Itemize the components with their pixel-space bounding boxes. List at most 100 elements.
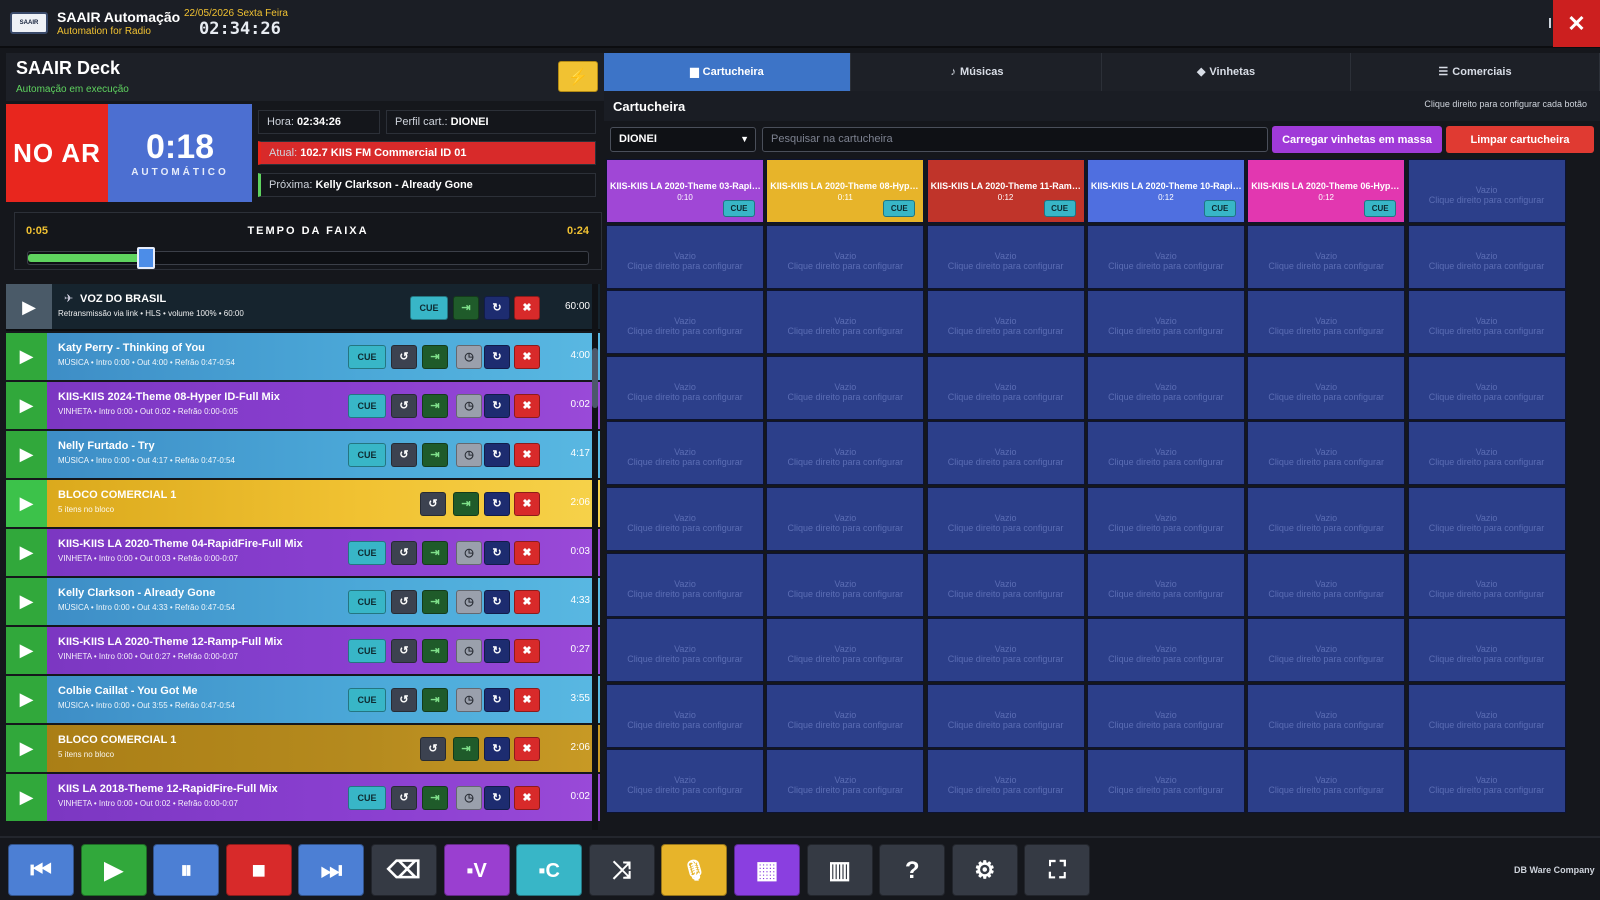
- skip-to-button[interactable]: ⇥: [453, 737, 479, 761]
- row-play-button[interactable]: ▶: [6, 676, 47, 723]
- cart-button-empty[interactable]: Vazio Clique direito para configurar: [1247, 421, 1406, 486]
- reload-button[interactable]: ↺: [391, 590, 417, 614]
- reload-button[interactable]: ↺: [391, 688, 417, 712]
- cue-button[interactable]: CUE: [348, 590, 386, 614]
- settings-button[interactable]: ⚙: [951, 844, 1018, 896]
- skip-to-button[interactable]: ⇥: [422, 590, 448, 614]
- row-play-button[interactable]: ▶: [6, 431, 47, 478]
- cart-button-empty[interactable]: Vazio Clique direito para configurar: [766, 552, 925, 617]
- cart-button-empty[interactable]: Vazio Clique direito para configurar: [1247, 224, 1406, 289]
- row-play-button[interactable]: ▶: [6, 284, 52, 329]
- tab-vinhetas[interactable]: ◆ Vinhetas: [1102, 53, 1351, 91]
- loop-button[interactable]: ↻: [484, 345, 510, 369]
- shuffle-button[interactable]: ⤨: [588, 844, 655, 896]
- cart-button-empty[interactable]: Vazio Clique direito para configurar: [606, 421, 764, 486]
- row-play-button[interactable]: ▶: [6, 480, 47, 527]
- clock-button[interactable]: ◷: [456, 541, 482, 565]
- cart-button-filled[interactable]: KIIS-KIIS LA 2020-Theme 10-RapidFire-Ful…: [1086, 159, 1245, 223]
- close-button[interactable]: ✕: [1553, 0, 1600, 47]
- cue-button[interactable]: CUE: [348, 786, 386, 810]
- cart-button-empty[interactable]: Vazio Clique direito para configurar: [1086, 618, 1245, 683]
- clock-button[interactable]: ◷: [456, 688, 482, 712]
- cart-button-empty[interactable]: Vazio Clique direito para configurar: [766, 355, 925, 420]
- building-button[interactable]: ▥: [806, 844, 873, 896]
- row-play-button[interactable]: ▶: [6, 382, 47, 429]
- cart-button-empty[interactable]: Vazio Clique direito para configurar: [1247, 290, 1406, 355]
- cart-button-empty[interactable]: Vazio Clique direito para configurar: [1407, 683, 1566, 748]
- loop-button[interactable]: ↻: [484, 639, 510, 663]
- loop-button[interactable]: ↻: [484, 443, 510, 467]
- cart-button-filled[interactable]: KIIS-KIIS LA 2020-Theme 03-RapidFire-Ful…: [606, 159, 764, 223]
- cart-button-empty[interactable]: Vazio Clique direito para configurar: [926, 487, 1085, 551]
- loop-button[interactable]: ↻: [484, 394, 510, 418]
- cart-button-empty[interactable]: Vazio Clique direito para configurar: [766, 224, 925, 289]
- play-button[interactable]: ▶: [80, 844, 147, 896]
- cart-button-empty[interactable]: Vazio Clique direito para configurar: [606, 355, 764, 420]
- cart-button-empty[interactable]: Vazio Clique direito para configurar: [1086, 421, 1245, 486]
- load-jingles-bulk-button[interactable]: Carregar vinhetas em massa: [1272, 126, 1442, 153]
- eraser-button[interactable]: ⌫: [371, 844, 437, 896]
- microphone-button[interactable]: 🎙: [661, 844, 728, 896]
- cart-cue-button[interactable]: CUE: [883, 200, 916, 217]
- help-button[interactable]: ?: [879, 844, 946, 896]
- cart-button-empty[interactable]: Vazio Clique direito para configurar: [1407, 552, 1566, 617]
- cart-button-empty[interactable]: Vazio Clique direito para configurar: [926, 290, 1085, 355]
- remove-button[interactable]: ✖: [514, 394, 540, 418]
- clock-button[interactable]: ◷: [456, 590, 482, 614]
- cart-button-empty[interactable]: Vazio Clique direito para configurar: [606, 552, 764, 617]
- bolt-button[interactable]: ⚡: [558, 61, 598, 92]
- loop-button[interactable]: ↻: [484, 492, 510, 516]
- vinheta-button[interactable]: ▪V: [443, 844, 510, 896]
- cart-button-empty[interactable]: Vazio Clique direito para configurar: [1407, 487, 1566, 551]
- skip-to-button[interactable]: ⇥: [422, 394, 448, 418]
- clock-button[interactable]: ◷: [456, 786, 482, 810]
- cart-button-empty[interactable]: Vazio Clique direito para configurar: [1086, 355, 1245, 420]
- remove-button[interactable]: ✖: [514, 443, 540, 467]
- cart-button-empty[interactable]: Vazio Clique direito para configurar: [766, 487, 925, 551]
- fullscreen-button[interactable]: ⛶: [1024, 844, 1091, 896]
- cart-button-empty[interactable]: Vazio Clique direito para configurar: [1247, 618, 1406, 683]
- skip-to-button[interactable]: ⇥: [422, 443, 448, 467]
- cart-button-empty[interactable]: Vazio Clique direito para configurar: [1407, 224, 1566, 289]
- playlist-scrollbar[interactable]: [592, 284, 598, 830]
- cue-button[interactable]: CUE: [348, 443, 386, 467]
- cart-button-empty[interactable]: Vazio Clique direito para configurar: [1086, 290, 1245, 355]
- track-progress-bar[interactable]: [27, 247, 589, 269]
- cue-button[interactable]: CUE: [348, 394, 386, 418]
- remove-button[interactable]: ✖: [514, 737, 540, 761]
- reload-button[interactable]: ↺: [391, 786, 417, 810]
- cart-button-empty[interactable]: Vazio Clique direito para configurar: [1247, 683, 1406, 748]
- grid-button[interactable]: ▦: [734, 844, 800, 896]
- cart-cue-button[interactable]: CUE: [723, 200, 755, 217]
- cue-button[interactable]: CUE: [348, 541, 386, 565]
- cart-button-empty[interactable]: Vazio Clique direito para configurar: [926, 552, 1085, 617]
- cartucheira-search-input[interactable]: Pesquisar na cartucheira: [762, 127, 1268, 152]
- clock-button[interactable]: ◷: [456, 443, 482, 467]
- cart-button-empty[interactable]: Vazio Clique direito para configurar: [926, 355, 1085, 420]
- loop-button[interactable]: ↻: [484, 688, 510, 712]
- row-play-button[interactable]: ▶: [6, 627, 47, 674]
- remove-button[interactable]: ✖: [514, 541, 540, 565]
- cue-button[interactable]: CUE: [348, 345, 386, 369]
- clear-cartucheira-button[interactable]: Limpar cartucheira: [1446, 126, 1594, 153]
- remove-button[interactable]: ✖: [514, 688, 540, 712]
- cart-button-empty[interactable]: Vazio Clique direito para configurar: [1086, 487, 1245, 551]
- cart-button-empty[interactable]: Vazio Clique direito para configurar: [1086, 552, 1245, 617]
- cart-button-empty[interactable]: Vazio Clique direito para configurar: [926, 421, 1085, 486]
- skip-to-button[interactable]: ⇥: [453, 492, 479, 516]
- cart-button-empty[interactable]: Vazio Clique direito para configurar: [1086, 224, 1245, 289]
- pause-button[interactable]: ⏸: [153, 844, 220, 896]
- cart-button-empty[interactable]: Vazio Clique direito para configurar: [1407, 421, 1566, 486]
- cart-button-empty[interactable]: Vazio Clique direito para configurar: [1247, 355, 1406, 420]
- cart-button-empty[interactable]: Vazio Clique direito para configurar: [1407, 355, 1566, 420]
- cart-button-empty[interactable]: Vazio Clique direito para configurar: [1086, 749, 1245, 814]
- reload-button[interactable]: ↺: [420, 492, 446, 516]
- remove-button[interactable]: ✖: [514, 296, 540, 320]
- skip-to-button[interactable]: ⇥: [422, 688, 448, 712]
- cart-button-empty[interactable]: Vazio Clique direito para configurar: [926, 749, 1085, 814]
- remove-button[interactable]: ✖: [514, 639, 540, 663]
- loop-button[interactable]: ↻: [484, 786, 510, 810]
- cart-button-empty[interactable]: Vazio Clique direito para configurar: [1407, 618, 1566, 683]
- cart-button-empty[interactable]: Vazio Clique direito para configurar: [1247, 552, 1406, 617]
- row-play-button[interactable]: ▶: [6, 774, 47, 821]
